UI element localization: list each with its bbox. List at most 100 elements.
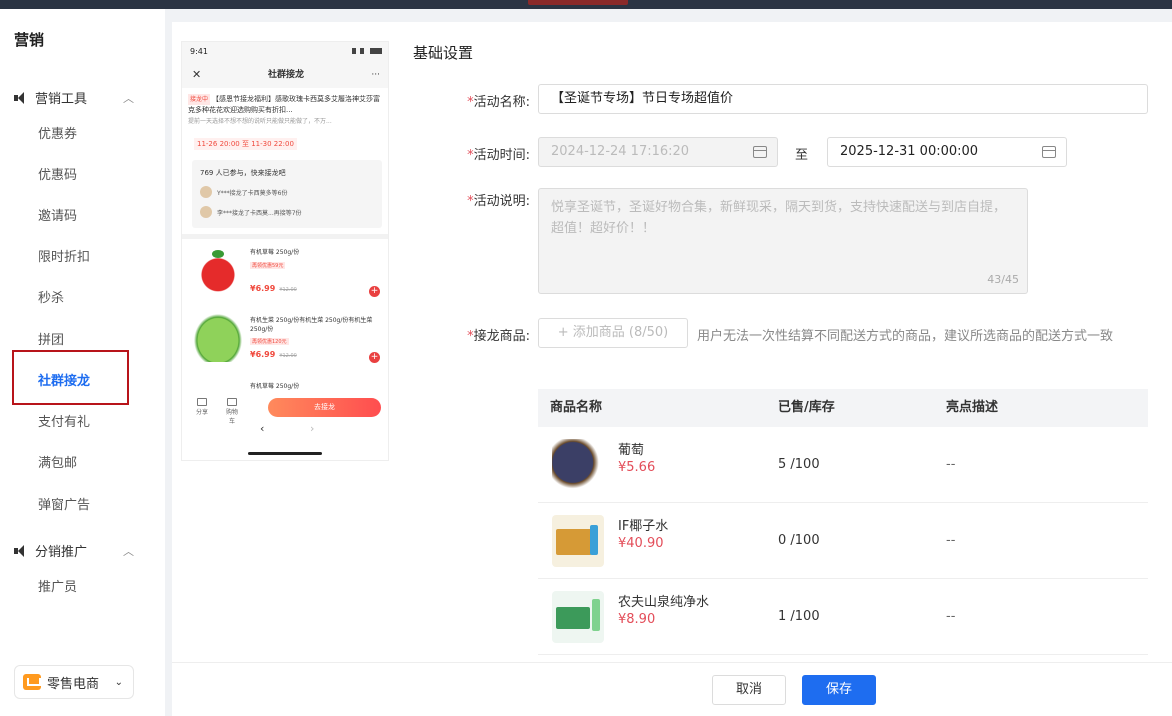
add-icon: + <box>369 286 380 297</box>
joined-row: Y***接龙了卡西莫多等6份 <box>200 186 287 198</box>
activity-desc-textarea[interactable]: 悦享圣诞节，圣诞好物合集，新鲜现采，隔天到货，支持快速配送与到店自提，超值！超好… <box>538 188 1028 294</box>
phone-product-price: ¥6.99 ¥12.00 <box>250 284 297 293</box>
phone-status-bar: 9:41 <box>182 42 388 62</box>
phone-divider <box>182 234 388 239</box>
product-sold-stock: 5 /100 <box>778 457 820 472</box>
chevron-up-icon: ︿ <box>123 91 134 105</box>
sidebar-item-free-shipping[interactable]: 满包邮 <box>38 452 77 471</box>
chevron-up-icon: ︿ <box>123 544 134 558</box>
sidebar-item-pay-gift[interactable]: 支付有礼 <box>38 411 90 430</box>
product-price: ¥40.90 <box>618 536 664 551</box>
end-time-value: 2025-12-31 00:00:00 <box>840 144 979 159</box>
notice-tag: 接龙中 <box>188 94 211 105</box>
sidebar-item-promo-code[interactable]: 优惠码 <box>38 164 77 183</box>
calendar-icon <box>1042 146 1056 158</box>
product-highlight: -- <box>946 533 956 548</box>
phone-preview: 9:41 ✕ 社群接龙 ··· 接龙中 【感恩节接龙福利】感歌玫瑰卡西莫多艾履洛神… <box>181 41 389 461</box>
activity-desc-label: *活动说明: <box>467 194 530 209</box>
cancel-button[interactable]: 取消 <box>712 675 786 705</box>
joined-row: 李***接龙了卡西莫...再接等7份 <box>200 206 302 218</box>
product-name: 农夫山泉纯净水 <box>618 595 710 610</box>
old-price: ¥12.00 <box>279 353 297 359</box>
product-name: 葡萄 <box>618 443 645 458</box>
cart-icon <box>227 398 237 406</box>
sidebar-item-promoter[interactable]: 推广员 <box>38 576 77 595</box>
product-price: ¥5.66 <box>618 460 656 475</box>
sidebar-item-community-relay[interactable]: 社群接龙 <box>38 370 90 389</box>
signal-battery-icon <box>352 48 382 54</box>
phone-product-price: ¥6.99 ¥12.00 <box>250 350 297 359</box>
speaker-icon <box>14 544 28 557</box>
phone-product-tag: 再领优惠120元 <box>250 338 289 345</box>
product-highlight: -- <box>946 457 956 472</box>
prev-page-icon[interactable]: ‹ <box>260 422 264 435</box>
char-counter: 43/45 <box>987 273 1019 286</box>
product-thumbnail <box>552 439 604 491</box>
speaker-icon <box>14 91 28 104</box>
price: ¥6.99 <box>250 284 276 293</box>
goods-hint: 用户无法一次性结算不同配送方式的商品，建议所选商品的配送方式一致 <box>697 329 1114 344</box>
price: ¥6.99 <box>250 350 276 359</box>
joined-row-text: 李***接龙了卡西莫...再接等7份 <box>217 209 302 217</box>
cart-label: 购物车 <box>225 409 238 425</box>
product-name: IF椰子水 <box>618 519 669 534</box>
share-icon <box>197 398 207 406</box>
product-price: ¥8.90 <box>618 612 656 627</box>
topbar-indicator <box>528 0 628 5</box>
avatar <box>200 206 212 218</box>
phone-notice: 接龙中 【感恩节接龙福利】感歌玫瑰卡西莫多艾履洛神艾莎富克多种花花欢迎选购购买有折… <box>188 94 384 127</box>
share-label: 分享 <box>195 409 208 416</box>
sidebar-item-popup-ad[interactable]: 弹窗广告 <box>38 494 90 513</box>
chevron-down-icon: ⌄ <box>114 676 123 688</box>
phone-nav-title: 社群接龙 <box>267 70 304 80</box>
window-topbar <box>0 0 1172 9</box>
sidebar-item-coupon[interactable]: 优惠券 <box>38 123 77 142</box>
activity-name-label: *活动名称: <box>467 95 530 110</box>
sidebar-group-label: 分销推广 <box>35 545 88 560</box>
table-row[interactable]: 葡萄 ¥5.66 5 /100 -- <box>538 427 1148 503</box>
sidebar-item-flash-discount[interactable]: 限时折扣 <box>38 246 90 265</box>
relay-cta-button: 去接龙 <box>268 398 381 417</box>
product-thumbnail <box>552 591 604 643</box>
sidebar-group-distribution[interactable]: 分销推广 ︿ <box>14 541 134 560</box>
share-button: 分享 <box>194 398 210 416</box>
phone-product: 有机生菜 250g/份有机生菜 250g/份有机生菜 250g/份 再领优惠12… <box>182 310 388 370</box>
sidebar-item-seckill[interactable]: 秒杀 <box>38 287 64 306</box>
sidebar: 营销 营销工具 ︿ 优惠券 优惠码 邀请码 限时折扣 秒杀 拼团 社群接龙 支付… <box>0 9 165 716</box>
strawberry-image <box>194 246 242 294</box>
joined-row-text: Y***接龙了卡西莫多等6份 <box>217 189 288 197</box>
close-icon: ✕ <box>192 68 202 81</box>
table-row[interactable]: IF椰子水 ¥40.90 0 /100 -- <box>538 503 1148 579</box>
start-time-value: 2024-12-24 17:16:20 <box>551 144 690 159</box>
sidebar-title: 营销 <box>14 31 45 49</box>
sidebar-group-tools[interactable]: 营销工具 ︿ <box>14 88 134 107</box>
column-header-sold-stock: 已售/库存 <box>778 400 835 415</box>
calendar-icon <box>753 146 767 158</box>
store-switcher[interactable]: 零售电商 ⌄ <box>14 665 134 699</box>
end-time-input[interactable]: 2025-12-31 00:00:00 <box>827 137 1067 167</box>
lettuce-image <box>194 314 242 362</box>
start-time-input[interactable]: 2024-12-24 17:16:20 <box>538 137 778 167</box>
product-thumbnail <box>552 515 604 567</box>
activity-time-label: *活动时间: <box>467 148 530 163</box>
phone-product-name: 有机草莓 250g/份 <box>250 249 300 256</box>
shop-icon <box>23 674 41 690</box>
activity-name-input[interactable]: 【圣诞节专场】节日专场超值价 <box>538 84 1148 114</box>
table-row[interactable]: 农夫山泉纯净水 ¥8.90 1 /100 -- <box>538 579 1148 655</box>
product-sold-stock: 0 /100 <box>778 533 820 548</box>
notice-text: 【感恩节接龙福利】感歌玫瑰卡西莫多艾履洛神艾莎富克多种花花欢迎选购购买有折扣..… <box>188 95 381 114</box>
sidebar-item-invite-code[interactable]: 邀请码 <box>38 205 77 224</box>
phone-product-name: 有机生菜 250g/份有机生菜 250g/份有机生菜 250g/份 <box>250 317 373 333</box>
add-goods-button[interactable]: + 添加商品 (8/50) <box>538 318 688 348</box>
time-range-separator: 至 <box>795 148 809 163</box>
sidebar-item-group-buy[interactable]: 拼团 <box>38 329 64 348</box>
relay-goods-label: *接龙商品: <box>467 329 530 344</box>
phone-product-tag: 再领优惠59元 <box>250 262 286 269</box>
cart-button: 购物车 <box>224 398 240 425</box>
avatar <box>200 186 212 198</box>
notice-sub: 提前一天选择不想不想的说听只能做只能做了，不万... <box>188 118 332 125</box>
desc-text: 悦享圣诞节，圣诞好物合集，新鲜现采，隔天到货，支持快速配送与到店自提，超值！超好… <box>551 200 1007 236</box>
next-page-icon[interactable]: › <box>310 422 314 435</box>
joined-header: 769 人已参与，快来接龙吧 <box>200 169 286 177</box>
save-button[interactable]: 保存 <box>802 675 876 705</box>
